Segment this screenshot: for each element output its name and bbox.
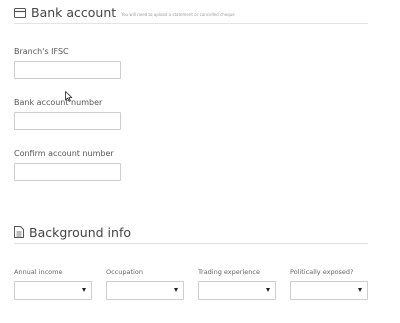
bank-account-heading: Bank account You will need to upload a s…	[14, 3, 235, 22]
upload-note: You will need to upload a statement or c…	[121, 11, 235, 17]
document-icon	[14, 223, 24, 242]
trading-experience-label: Trading experience	[198, 268, 260, 276]
occupation-label: Occupation	[106, 268, 143, 276]
annual-income-label: Annual income	[14, 268, 63, 276]
caret-down-icon	[174, 288, 178, 292]
caret-down-icon	[266, 288, 270, 292]
background-info-heading: Background info	[14, 223, 131, 242]
confirm-account-label: Confirm account number	[14, 149, 114, 158]
politically-exposed-select[interactable]	[290, 281, 368, 300]
section-divider	[14, 243, 368, 244]
account-number-input[interactable]	[14, 112, 121, 130]
trading-experience-select[interactable]	[198, 281, 276, 300]
mouse-cursor-icon	[65, 87, 73, 106]
bank-account-title: Bank account	[31, 5, 117, 20]
section-divider	[14, 23, 368, 24]
caret-down-icon	[82, 288, 86, 292]
caret-down-icon	[358, 288, 362, 292]
account-number-label: Bank account number	[14, 98, 103, 107]
annual-income-select[interactable]	[14, 281, 92, 300]
confirm-account-input[interactable]	[14, 163, 121, 181]
occupation-select[interactable]	[106, 281, 184, 300]
politically-exposed-label: Politically exposed?	[290, 268, 354, 276]
ifsc-input[interactable]	[14, 61, 121, 79]
background-info-title: Background info	[29, 225, 131, 240]
ifsc-label: Branch's IFSC	[14, 47, 69, 56]
credit-card-icon	[14, 3, 26, 22]
